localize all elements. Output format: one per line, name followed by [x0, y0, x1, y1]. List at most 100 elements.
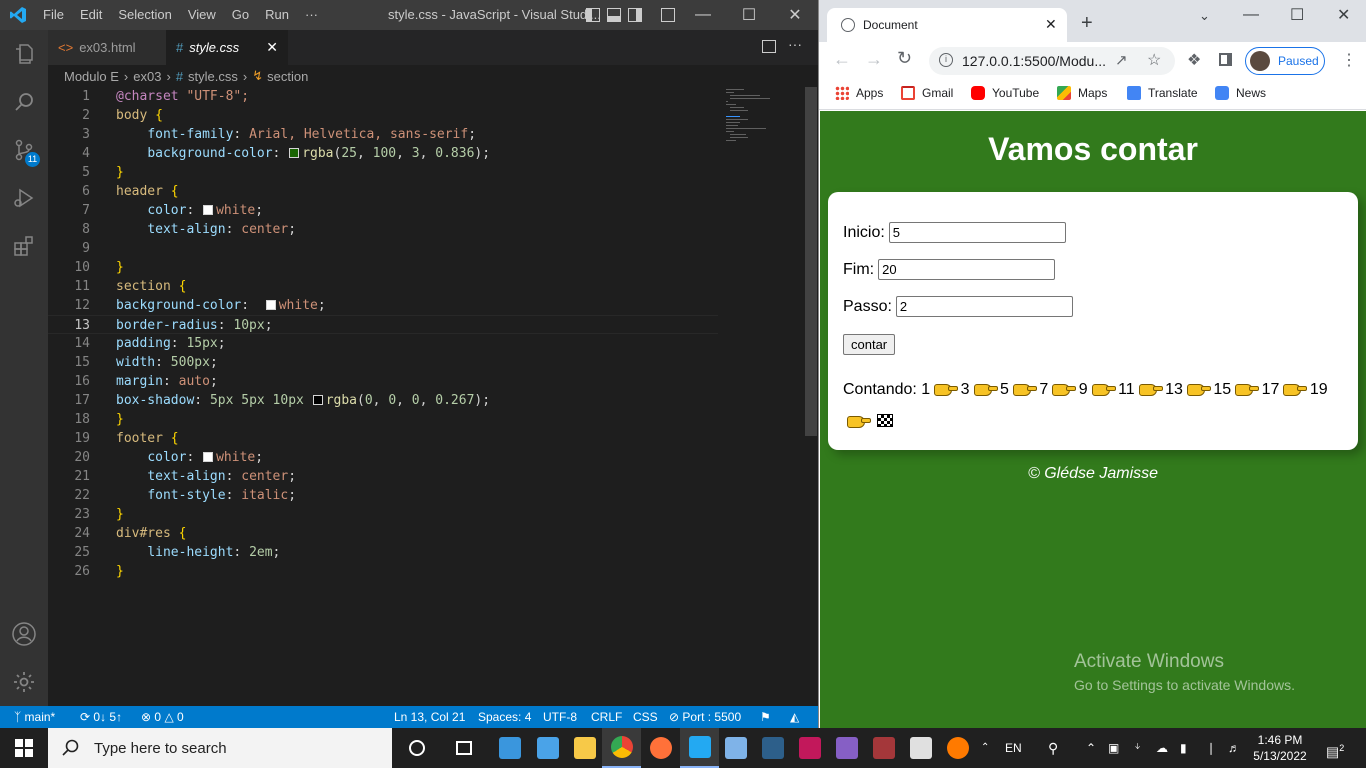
run-debug-icon[interactable]	[0, 174, 48, 222]
wifi-icon[interactable]: ❘	[1206, 728, 1216, 768]
menu-selection[interactable]: Selection	[110, 0, 179, 30]
paint-taskbar-icon[interactable]	[901, 728, 940, 768]
tab-ex03-html[interactable]: <> ex03.html	[48, 30, 166, 65]
more-actions-icon[interactable]: ···	[788, 36, 802, 52]
system-clock[interactable]: 1:46 PM 5/13/2022	[1248, 732, 1312, 764]
color-swatch[interactable]	[265, 300, 276, 310]
tab-style-css[interactable]: # style.css ✕	[166, 30, 288, 65]
inicio-input[interactable]	[888, 222, 1066, 243]
tray-overflow-icon[interactable]: ⌃	[1086, 728, 1096, 768]
file-explorer-icon[interactable]	[565, 728, 604, 768]
sync-status[interactable]: ⟳ 0↓ 5↑	[80, 706, 122, 728]
manage-gear-icon[interactable]	[0, 658, 48, 706]
editor-scrollbar[interactable]	[804, 87, 818, 706]
chrome-menu-icon[interactable]: ⋮	[1341, 50, 1357, 70]
extensions-puzzle-icon[interactable]: ❖	[1187, 50, 1201, 70]
bookmark-star-icon[interactable]: ☆	[1147, 50, 1161, 70]
menu-go[interactable]: Go	[224, 0, 257, 30]
source-control-icon[interactable]: 11	[0, 126, 48, 174]
cursor-position[interactable]: Ln 13, Col 21	[394, 706, 465, 728]
menu-file[interactable]: File	[35, 0, 72, 30]
search-icon[interactable]	[0, 78, 48, 126]
new-tab-icon[interactable]: +	[1081, 12, 1093, 35]
minimap[interactable]	[724, 87, 804, 147]
onedrive-cloud-icon[interactable]: ☁	[1156, 728, 1168, 768]
wamp-taskbar-icon[interactable]	[790, 728, 829, 768]
people-icon[interactable]: ⚲	[1048, 728, 1058, 768]
volume-icon[interactable]: ♬	[1228, 728, 1240, 768]
fim-input[interactable]	[878, 259, 1056, 280]
access-taskbar-icon[interactable]	[864, 728, 903, 768]
minimize-icon[interactable]: —	[1243, 6, 1259, 24]
close-tab-icon[interactable]: ✕	[1045, 16, 1057, 33]
language-indicator[interactable]: EN	[1005, 728, 1022, 768]
contar-button[interactable]: contar	[843, 334, 896, 355]
code-editor[interactable]: 1 @charset "UTF-8"; 2 body { 3 font-family…	[48, 87, 804, 706]
profile-button[interactable]: Paused	[1245, 47, 1325, 75]
encoding-status[interactable]: UTF-8	[543, 706, 577, 728]
tab-search-chevron-icon[interactable]: ⌄	[1199, 8, 1210, 24]
split-editor-icon[interactable]	[762, 40, 776, 53]
scrollbar-thumb[interactable]	[805, 87, 817, 436]
bookmark-translate[interactable]: Translate	[1127, 80, 1198, 106]
vscode-taskbar-icon[interactable]	[680, 728, 719, 768]
toggle-sidebar-icon[interactable]	[586, 8, 600, 22]
share-icon[interactable]: ↗	[1115, 51, 1128, 69]
task-view-icon[interactable]	[444, 728, 483, 768]
toggle-secondary-sidebar-icon[interactable]	[628, 8, 642, 22]
info-icon[interactable]: i	[939, 53, 953, 67]
chrome-taskbar-icon[interactable]	[602, 728, 641, 768]
color-swatch[interactable]	[203, 205, 214, 215]
side-panel-icon[interactable]	[1219, 53, 1232, 66]
explorer-icon[interactable]	[0, 30, 48, 78]
breadcrumb-item[interactable]: ex03	[133, 69, 161, 84]
language-status[interactable]: CSS	[633, 706, 658, 728]
visual-studio-taskbar-icon[interactable]	[827, 728, 866, 768]
taskbar-app-news[interactable]	[490, 728, 529, 768]
breadcrumb-item[interactable]: section	[267, 69, 308, 84]
bookmark-news[interactable]: News	[1215, 80, 1266, 106]
chart-app-taskbar-icon[interactable]	[938, 728, 977, 768]
firefox-taskbar-icon[interactable]	[641, 728, 680, 768]
minimize-icon[interactable]: —	[680, 0, 726, 30]
bookmark-maps[interactable]: Maps	[1057, 80, 1107, 106]
mysql-workbench-taskbar-icon[interactable]	[753, 728, 792, 768]
bookmark-apps[interactable]: Apps	[835, 80, 883, 106]
forward-arrow-icon[interactable]: →	[865, 49, 883, 70]
indent-status[interactable]: Spaces: 4	[478, 706, 531, 728]
extensions-icon[interactable]	[0, 222, 48, 270]
battery-icon[interactable]: ▮	[1180, 728, 1187, 768]
start-windows-icon[interactable]	[0, 728, 48, 768]
color-swatch[interactable]	[312, 395, 323, 405]
account-icon[interactable]	[0, 610, 48, 658]
taskbar-search-box[interactable]: Type here to search	[48, 728, 392, 768]
notifications-bell-icon[interactable]: ◭	[790, 706, 799, 728]
color-swatch[interactable]	[289, 148, 300, 158]
maximize-icon[interactable]: ☐	[726, 0, 772, 30]
action-center-icon[interactable]: ▤2	[1326, 728, 1344, 768]
branch-status[interactable]: ᛉ main*	[14, 706, 55, 728]
taskbar-app-monitor[interactable]	[528, 728, 567, 768]
breadcrumb-item[interactable]: Modulo E	[64, 69, 119, 84]
reload-icon[interactable]: ↻	[897, 48, 912, 69]
bluetooth-icon[interactable]: ᛎ	[1134, 728, 1141, 768]
meet-now-icon[interactable]: ▣	[1108, 728, 1119, 768]
address-bar[interactable]: i 127.0.0.1:5500/Modu... ↗ ☆	[929, 47, 1175, 75]
maximize-icon[interactable]: ☐	[1290, 5, 1304, 25]
toggle-panel-icon[interactable]	[607, 8, 621, 22]
browser-tab[interactable]: Document ✕	[827, 8, 1067, 42]
cortana-icon[interactable]	[397, 728, 436, 768]
bookmark-youtube[interactable]: YouTube	[971, 80, 1039, 106]
feedback-icon[interactable]: ⚑	[760, 706, 771, 728]
bookmark-gmail[interactable]: Gmail	[901, 80, 953, 106]
problems-status[interactable]: ⊗ 0 △ 0	[141, 706, 184, 728]
eol-status[interactable]: CRLF	[591, 706, 622, 728]
customize-layout-icon[interactable]	[661, 8, 675, 22]
color-swatch[interactable]	[203, 452, 214, 462]
menu-view[interactable]: View	[180, 0, 224, 30]
menu-edit[interactable]: Edit	[72, 0, 110, 30]
menu-more[interactable]: ···	[297, 0, 326, 30]
back-arrow-icon[interactable]: ←	[833, 49, 851, 70]
close-icon[interactable]: ✕	[772, 0, 818, 30]
breadcrumb-item[interactable]: style.css	[188, 69, 238, 84]
